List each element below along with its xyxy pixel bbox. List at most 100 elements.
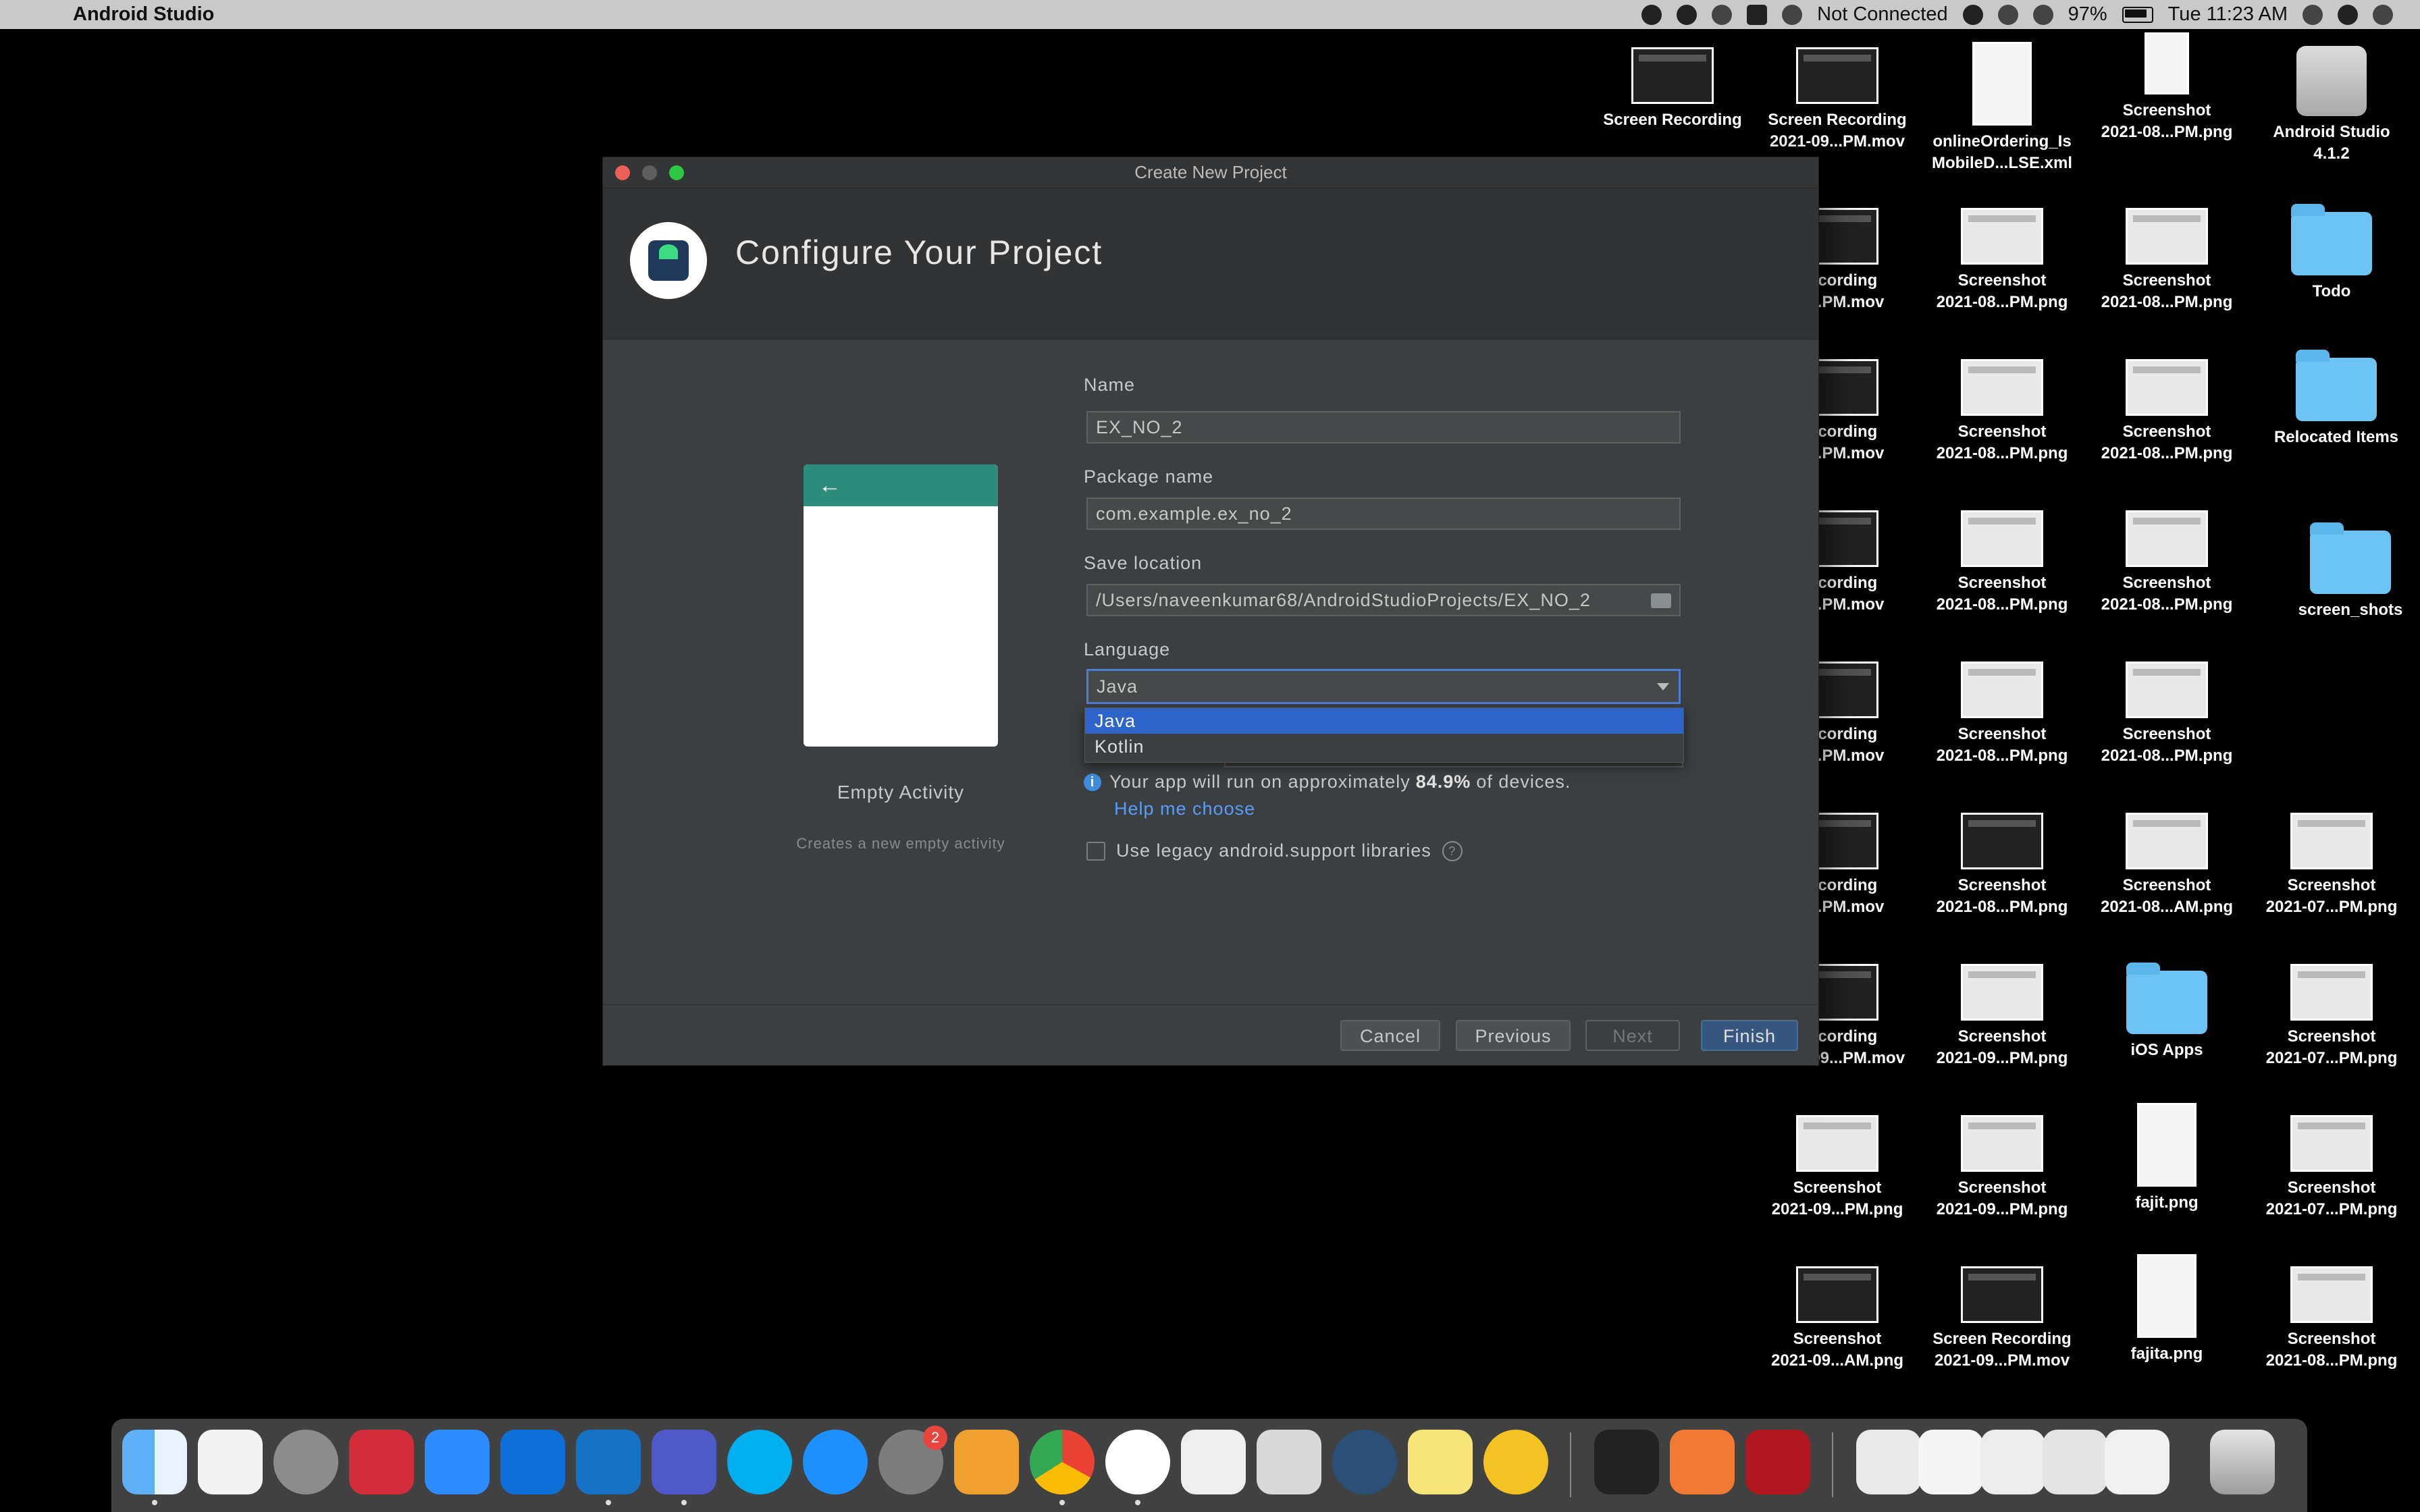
image-thumbnail-icon: [1961, 662, 2043, 718]
zoom-icon[interactable]: [425, 1430, 490, 1494]
desktop-file-icon[interactable]: Screen Recording: [1595, 47, 1750, 131]
file-label: Relocated Items: [2273, 428, 2399, 446]
desktop-file-icon[interactable]: Screenshot 2021-07...PM.png: [2254, 964, 2409, 1069]
desktop-folder-icon[interactable]: Relocated Items: [2259, 350, 2414, 448]
script-editor-icon[interactable]: [1257, 1430, 1321, 1494]
info-icon: i: [1084, 773, 1101, 791]
desktop-file-icon[interactable]: Screenshot 2021-07...PM.png: [2254, 1115, 2409, 1220]
finder-icon[interactable]: [122, 1430, 187, 1494]
language-option-kotlin[interactable]: Kotlin: [1085, 734, 1683, 759]
desktop-file-icon[interactable]: fajita.png: [2089, 1254, 2244, 1365]
desktop-file-icon[interactable]: Screen Recording 2021-09...PM.mov: [1924, 1266, 2080, 1372]
android-studio-preview-icon[interactable]: [1483, 1430, 1548, 1494]
desktop-file-icon[interactable]: Screenshot 2021-08...PM.png: [2089, 208, 2244, 313]
skype-icon[interactable]: [727, 1430, 792, 1494]
close-window-button[interactable]: [615, 165, 630, 180]
desktop-file-icon[interactable]: Screenshot 2021-08...PM.png: [1924, 813, 2080, 918]
postman-icon[interactable]: [1670, 1430, 1735, 1494]
recent-document-icon[interactable]: [1856, 1430, 1921, 1494]
spotlight-search-icon[interactable]: [2303, 4, 2323, 25]
browse-folder-icon[interactable]: [1651, 593, 1671, 608]
wifi-icon[interactable]: [2032, 4, 2053, 25]
outlook-icon[interactable]: [576, 1430, 641, 1494]
finish-button[interactable]: Finish: [1701, 1020, 1798, 1051]
recent-document-icon[interactable]: [2105, 1430, 2169, 1494]
slack-icon[interactable]: [198, 1430, 263, 1494]
desktop-file-icon[interactable]: Screenshot 2021-08...PM.png: [1924, 208, 2080, 313]
desktop-file-icon[interactable]: onlineOrdering_Is MobileD...LSE.xml: [1924, 42, 2080, 174]
desktop-file-icon[interactable]: Screenshot 2021-08...PM.png: [1924, 662, 2080, 767]
launchpad-icon[interactable]: [273, 1430, 338, 1494]
desktop-folder-icon[interactable]: screen_shots: [2273, 522, 2420, 621]
recent-document-icon[interactable]: [2043, 1430, 2107, 1494]
file-label: Screenshot: [1957, 725, 2047, 743]
recent-document-icon[interactable]: [1980, 1430, 2045, 1494]
control-center-icon[interactable]: [2373, 4, 2393, 25]
zoom-window-button[interactable]: [669, 165, 684, 180]
preview-app-icon[interactable]: [1332, 1430, 1397, 1494]
desktop-file-icon[interactable]: Screenshot 2021-09...PM.png: [1924, 1115, 2080, 1220]
desktop-file-icon[interactable]: Screenshot 2021-09...PM.png: [1760, 1115, 1915, 1220]
clock[interactable]: Tue 11:23 AM: [2168, 3, 2288, 26]
app-menu-name[interactable]: Android Studio: [73, 3, 214, 26]
desktop-drive-icon[interactable]: Android Studio 4.1.2: [2254, 46, 2409, 165]
minimize-window-button[interactable]: [642, 165, 657, 180]
desktop-folder-icon[interactable]: iOS Apps: [2089, 963, 2244, 1061]
save-location-field[interactable]: /Users/naveenkumar68/AndroidStudioProjec…: [1086, 584, 1681, 616]
desktop-file-icon[interactable]: Screenshot 2021-08...PM.png: [2089, 662, 2244, 767]
legacy-support-checkbox[interactable]: [1086, 841, 1105, 861]
trash-icon[interactable]: [2210, 1430, 2275, 1494]
running-indicator: [681, 1500, 687, 1505]
legacy-support-label[interactable]: Use legacy android.support libraries: [1116, 840, 1431, 861]
desktop-file-icon[interactable]: Screenshot 2021-09...PM.png: [1924, 964, 2080, 1069]
android-studio-logo-icon: [630, 222, 707, 299]
desktop-file-icon[interactable]: Screenshot 2021-08...AM.png: [2089, 813, 2244, 918]
desktop-file-icon[interactable]: fajit.png: [2089, 1103, 2244, 1214]
name-field[interactable]: EX_NO_2: [1086, 411, 1681, 443]
desktop-file-icon[interactable]: Screenshot 2021-08...PM.png: [2254, 1266, 2409, 1372]
acrobat-icon[interactable]: [1745, 1430, 1810, 1494]
android-studio-icon[interactable]: [1105, 1430, 1170, 1494]
vpn-status[interactable]: Not Connected: [1817, 3, 1947, 26]
onedrive-icon[interactable]: [500, 1430, 565, 1494]
desktop-file-icon[interactable]: Screenshot 2021-08...PM.png: [1924, 510, 2080, 616]
desktop-folder-icon[interactable]: Todo: [2254, 204, 2409, 302]
pages-icon[interactable]: [954, 1430, 1019, 1494]
safari-icon[interactable]: [803, 1430, 868, 1494]
desktop-file-icon[interactable]: Screenshot 2021-08...PM.png: [1924, 359, 2080, 464]
cancel-button[interactable]: Cancel: [1340, 1020, 1440, 1051]
siri-icon[interactable]: [2338, 4, 2358, 25]
activity-icon[interactable]: [1782, 4, 1803, 25]
security-app-icon[interactable]: [349, 1430, 414, 1494]
dropdown-arrow-icon[interactable]: [1657, 683, 1669, 691]
language-dropdown[interactable]: Java: [1086, 669, 1681, 704]
file-label: Screen Recording: [1768, 111, 1907, 129]
teams-icon[interactable]: [652, 1430, 716, 1494]
desktop-file-icon[interactable]: Screenshot 2021-08...PM.png: [2089, 510, 2244, 616]
cloud-icon[interactable]: [1712, 4, 1733, 25]
notes-icon[interactable]: [1408, 1430, 1473, 1494]
globe-icon[interactable]: [1962, 4, 1983, 25]
recent-document-icon[interactable]: [1918, 1430, 1983, 1494]
textedit-icon[interactable]: [1181, 1430, 1246, 1494]
desktop-file-icon[interactable]: Screenshot 2021-08...PM.png: [2089, 32, 2244, 143]
chrome-icon[interactable]: [1030, 1430, 1095, 1494]
system-preferences-icon[interactable]: 2: [878, 1426, 947, 1494]
webex-icon[interactable]: [1594, 1430, 1659, 1494]
bluetooth-icon[interactable]: [1997, 4, 2018, 25]
app-status-icon[interactable]: [1677, 4, 1698, 25]
sync-icon[interactable]: [1641, 4, 1662, 25]
previous-button[interactable]: Previous: [1456, 1020, 1571, 1051]
package-name-field[interactable]: com.example.ex_no_2: [1086, 497, 1681, 530]
desktop-file-icon[interactable]: Screenshot 2021-07...PM.png: [2254, 813, 2409, 918]
desktop-file-icon[interactable]: Screenshot 2021-08...PM.png: [2089, 359, 2244, 464]
desktop-file-icon[interactable]: Screen Recording 2021-09...PM.mov: [1760, 47, 1915, 153]
shield-icon[interactable]: [1747, 4, 1768, 25]
battery-icon[interactable]: [2122, 6, 2153, 23]
next-button[interactable]: Next: [1585, 1020, 1680, 1051]
help-me-choose-link[interactable]: Help me choose: [1114, 799, 1255, 819]
language-option-java[interactable]: Java: [1085, 708, 1683, 734]
help-question-icon[interactable]: ?: [1442, 840, 1463, 861]
dialog-titlebar[interactable]: Create New Project: [603, 157, 1818, 188]
desktop-file-icon[interactable]: Screenshot 2021-09...AM.png: [1760, 1266, 1915, 1372]
